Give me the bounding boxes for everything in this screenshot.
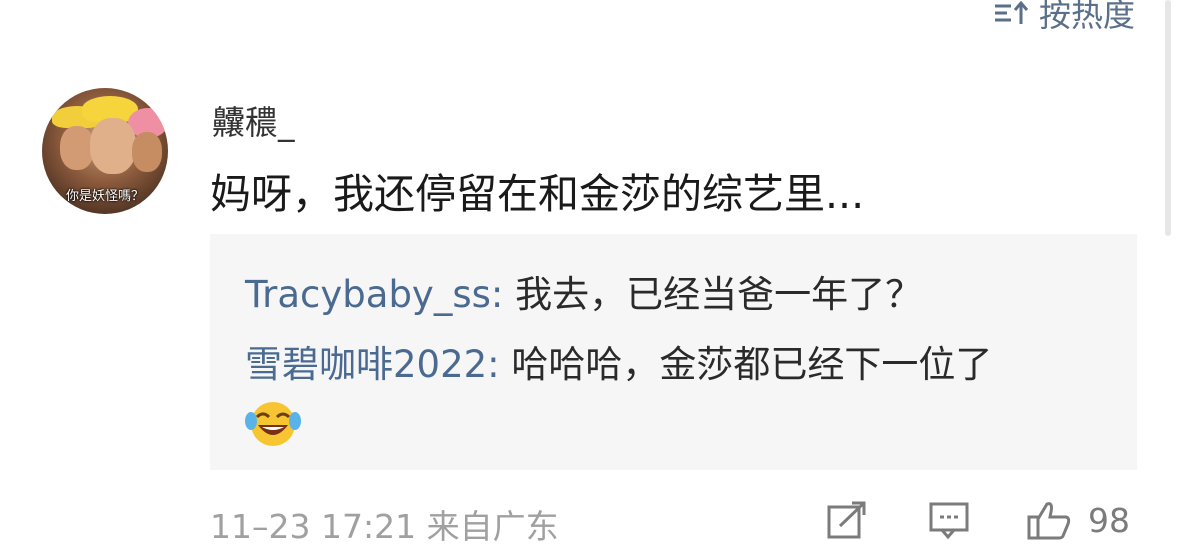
reply-item[interactable]: Tracybaby_ss: 我去，已经当爸一年了？ bbox=[245, 264, 922, 318]
comment-button[interactable] bbox=[928, 500, 970, 544]
comment-text: 妈呀，我还停留在和金莎的综艺里... bbox=[210, 170, 865, 218]
share-icon bbox=[827, 501, 866, 539]
avatar-caption: 你是妖怪嗎？ bbox=[65, 189, 144, 204]
thumbs-up-icon bbox=[1027, 502, 1071, 540]
comment-icon bbox=[929, 502, 969, 540]
reply-author[interactable]: Tracybaby_ss: bbox=[245, 273, 503, 316]
reply-text: 哈哈哈，金莎都已经下一位了 bbox=[499, 343, 993, 386]
username[interactable]: 齉穠_ bbox=[212, 96, 295, 144]
like-count: 98 bbox=[1088, 500, 1130, 540]
comment-timestamp: 11–23 17:21 来自广东 bbox=[210, 507, 559, 546]
like-button[interactable]: 98 bbox=[1026, 500, 1130, 540]
reply-section[interactable]: Tracybaby_ss: 我去，已经当爸一年了？ 雪碧咖啡2022: 哈哈哈，… bbox=[210, 234, 1137, 470]
sort-toggle[interactable]: 按热度 bbox=[993, 0, 1135, 36]
sort-label: 按热度 bbox=[1038, 0, 1135, 34]
laughing-tears-emoji bbox=[245, 402, 301, 446]
share-button[interactable] bbox=[826, 500, 868, 544]
reply-item[interactable]: 雪碧咖啡2022: 哈哈哈，金莎都已经下一位了 bbox=[245, 334, 992, 388]
reply-text: 我去，已经当爸一年了？ bbox=[503, 273, 923, 316]
reply-author[interactable]: 雪碧咖啡2022: bbox=[245, 343, 500, 386]
sort-icon bbox=[993, 0, 1031, 28]
avatar[interactable]: 你是妖怪嗎？ bbox=[42, 88, 168, 214]
scrollbar[interactable] bbox=[1165, 0, 1171, 236]
